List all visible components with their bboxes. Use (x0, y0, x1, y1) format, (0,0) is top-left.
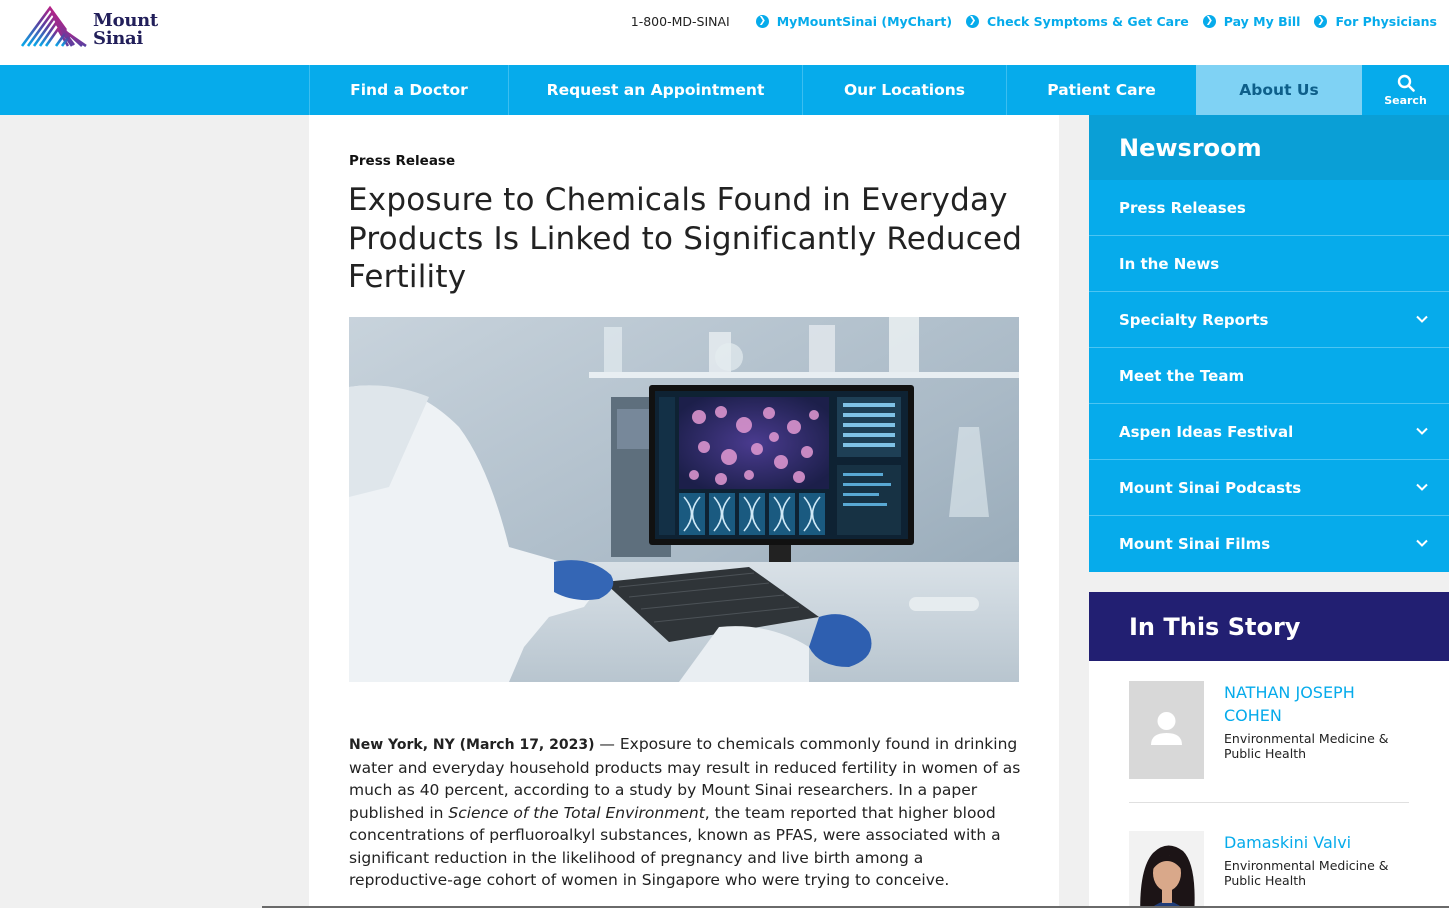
sidebar-item-press-releases[interactable]: Press Releases (1089, 180, 1449, 236)
newsroom-title[interactable]: Newsroom (1089, 115, 1449, 180)
article-eyebrow: Press Release (349, 153, 456, 169)
avatar[interactable] (1129, 831, 1204, 908)
person-name[interactable]: NATHAN JOSEPH COHEN (1224, 681, 1409, 727)
logo-line-2: Sinai (93, 28, 143, 49)
top-bar: Mount Sinai 1-800-MD-SINAI ❯ MyMountSinai… (0, 0, 1449, 65)
nav-patient-care[interactable]: Patient Care (1006, 65, 1196, 115)
article-dateline: New York, NY (March 17, 2023) (349, 737, 595, 753)
person-name[interactable]: Damaskini Valvi (1224, 831, 1409, 854)
search-label: Search (1384, 93, 1427, 107)
avatar-placeholder[interactable] (1129, 681, 1204, 779)
pay-my-bill-link[interactable]: ❯ Pay My Bill (1202, 14, 1301, 29)
sidebar-item-label: Press Releases (1119, 198, 1246, 217)
nav-request-appointment[interactable]: Request an Appointment (508, 65, 802, 115)
person-department: Environmental Medicine & Public Health (1224, 858, 1389, 888)
sidebar-item-label: Meet the Team (1119, 366, 1245, 385)
mychart-link-label: MyMountSinai (MyChart) (776, 14, 953, 29)
phone-number[interactable]: 1-800-MD-SINAI (631, 14, 730, 29)
sidebar-item-label: Mount Sinai Podcasts (1119, 478, 1302, 497)
check-symptoms-link[interactable]: ❯ Check Symptoms & Get Care (966, 14, 1189, 29)
logo-text: Mount Sinai (93, 12, 158, 48)
journal-name: Science of the Total Environment (448, 803, 705, 822)
sidebar-item-specialty-reports[interactable]: Specialty Reports (1089, 292, 1449, 348)
sidebar-item-label: Mount Sinai Films (1119, 535, 1271, 553)
search-icon (1397, 74, 1415, 92)
sidebar-item-label: Specialty Reports (1119, 310, 1269, 329)
chevron-down-icon[interactable] (1415, 312, 1429, 326)
sidebar-item-label: In the News (1119, 254, 1220, 273)
in-this-story-title: In This Story (1089, 592, 1449, 661)
check-symptoms-link-label: Check Symptoms & Get Care (987, 14, 1189, 29)
nav-find-a-doctor[interactable]: Find a Doctor (309, 65, 508, 115)
nav-about-us[interactable]: About Us (1196, 65, 1362, 115)
chevron-down-icon[interactable] (1415, 424, 1429, 438)
person-department: Environmental Medicine & Public Health (1224, 731, 1389, 761)
utility-nav: 1-800-MD-SINAI ❯ MyMountSinai (MyChart) ❯… (631, 14, 1437, 29)
lab-scene-illustration (349, 317, 1019, 682)
mount-sinai-logo[interactable]: Mount Sinai (0, 0, 170, 60)
article: Press Release Exposure to Chemicals Foun… (309, 115, 1059, 908)
chevron-right-icon: ❯ (1202, 15, 1216, 28)
article-body: New York, NY (March 17, 2023) — Exposure… (349, 733, 1029, 892)
search-button[interactable]: Search (1362, 65, 1449, 115)
nav-our-locations[interactable]: Our Locations (802, 65, 1006, 115)
sidebar-item-in-the-news[interactable]: In the News (1089, 236, 1449, 292)
chevron-right-icon: ❯ (1314, 15, 1328, 28)
sidebar-item-mount-sinai-podcasts[interactable]: Mount Sinai Podcasts (1089, 460, 1449, 516)
for-physicians-link[interactable]: ❯ For Physicians (1314, 14, 1437, 29)
main-nav: Find a Doctor Request an Appointment Our… (0, 65, 1449, 115)
sidebar-item-meet-the-team[interactable]: Meet the Team (1089, 348, 1449, 404)
chevron-right-icon: ❯ (755, 15, 769, 28)
newsroom-sidebar: Newsroom Press Releases In the News Spec… (1089, 115, 1449, 572)
in-this-story-panel: In This Story NATHAN JOSEPH COHEN Enviro… (1089, 592, 1449, 908)
user-silhouette-icon (1129, 681, 1204, 779)
for-physicians-link-label: For Physicians (1335, 14, 1437, 29)
article-title: Exposure to Chemicals Found in Everyday … (348, 182, 1023, 295)
person-photo (1129, 831, 1204, 908)
sidebar-item-label: Aspen Ideas Festival (1119, 422, 1294, 441)
chevron-down-icon[interactable] (1415, 536, 1429, 550)
chevron-right-icon: ❯ (966, 15, 980, 28)
sidebar-item-mount-sinai-films[interactable]: Mount Sinai Films (1089, 516, 1449, 572)
hero-image (349, 317, 1019, 682)
chevron-down-icon[interactable] (1415, 480, 1429, 494)
mychart-link[interactable]: ❯ MyMountSinai (MyChart) (755, 14, 953, 29)
pay-my-bill-link-label: Pay My Bill (1223, 14, 1301, 29)
divider (1129, 802, 1409, 803)
sidebar-item-aspen-ideas-festival[interactable]: Aspen Ideas Festival (1089, 404, 1449, 460)
